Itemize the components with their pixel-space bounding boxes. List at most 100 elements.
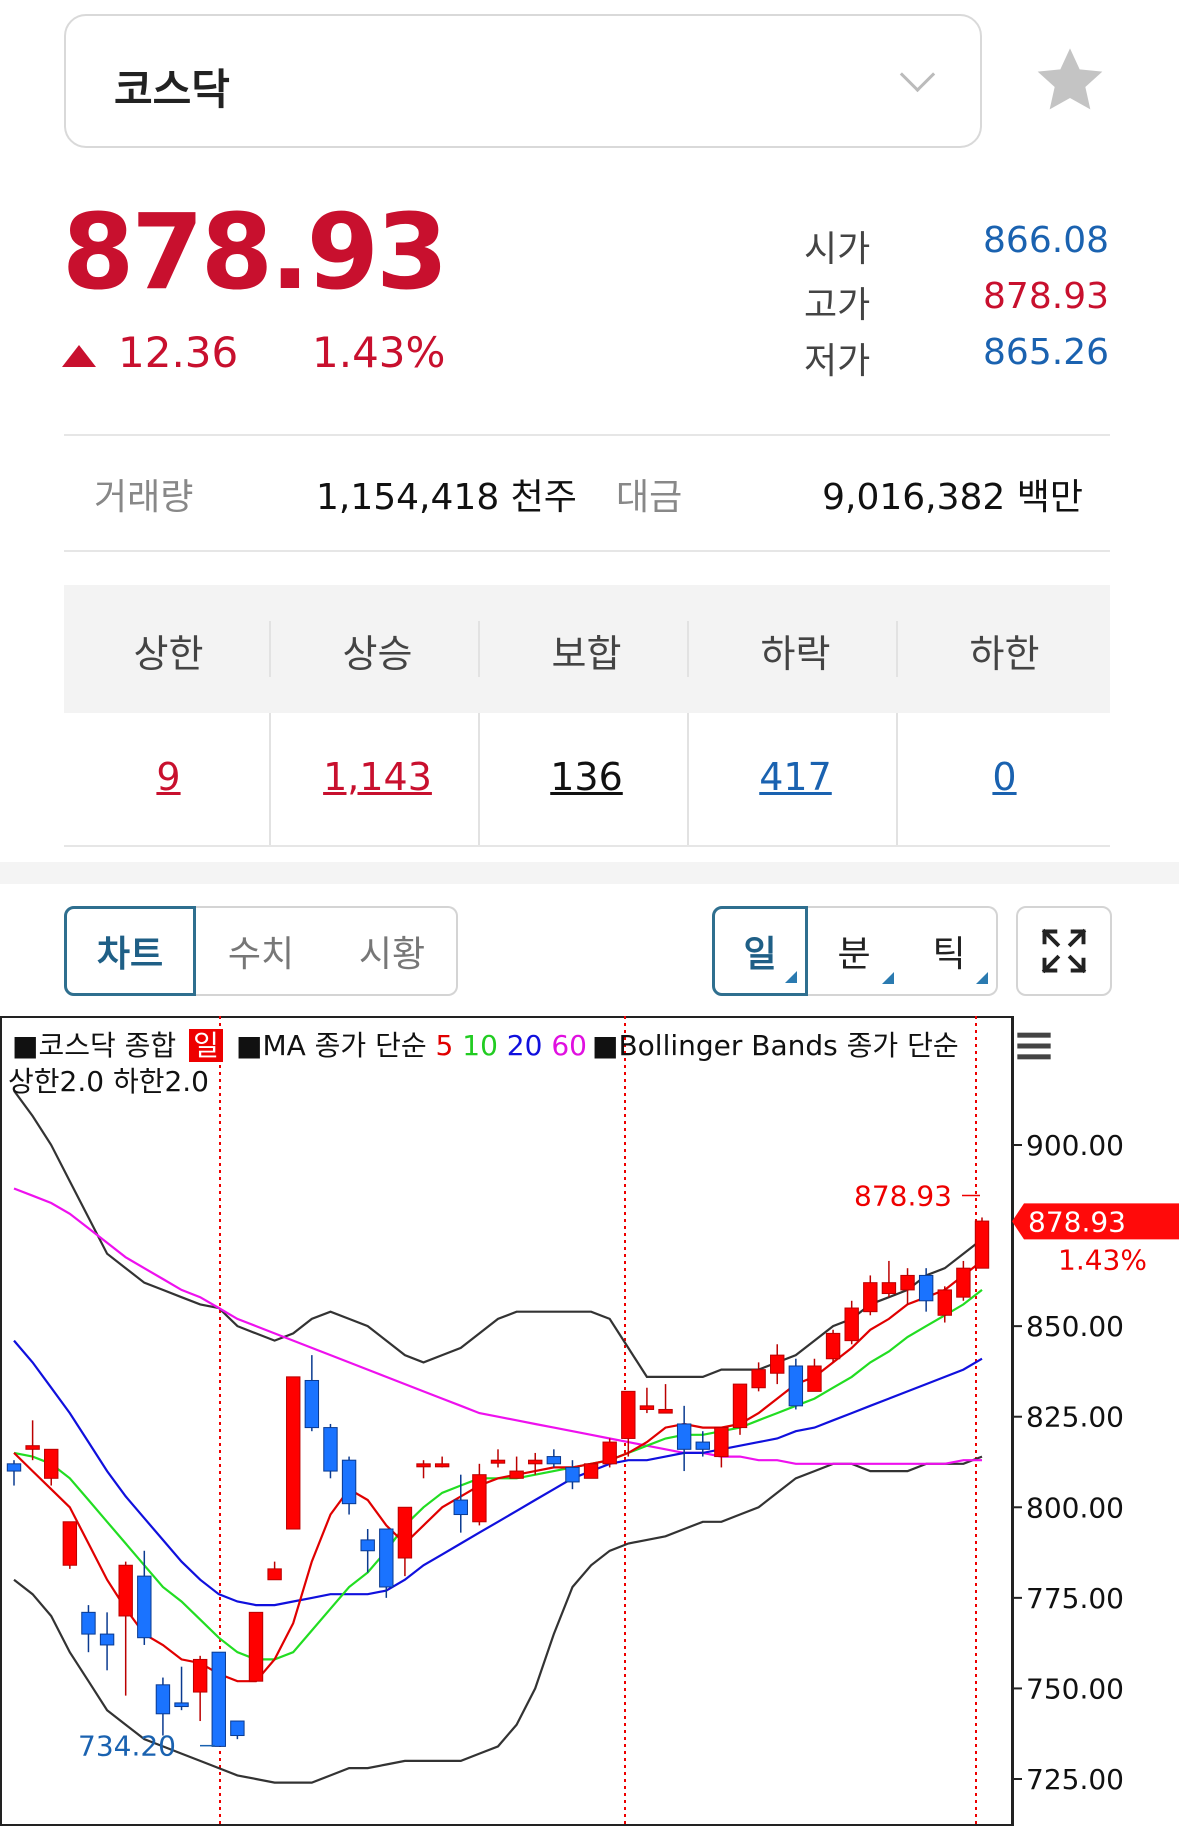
fullscreen-button[interactable] [1016, 906, 1112, 996]
candle-body [192, 1658, 208, 1693]
star-icon[interactable] [1030, 40, 1110, 120]
y-tick-label: 900.00 [1026, 1129, 1124, 1162]
open-label: 시가 [804, 229, 871, 270]
candle-body [416, 1463, 431, 1468]
period-minute[interactable]: 분 [806, 906, 904, 996]
plot-frame [0, 1016, 1014, 1826]
volume-label: 거래량 [94, 477, 194, 518]
divider [64, 845, 1110, 847]
candle-body [62, 1521, 78, 1566]
candle-body [397, 1506, 413, 1559]
high-label: 고가 [804, 285, 871, 326]
divider [64, 550, 1110, 552]
candle-body [956, 1267, 971, 1298]
candle-body [788, 1365, 804, 1407]
period-minute-label: 분 [837, 934, 871, 975]
last-pct-label: 1.43% [1058, 1243, 1147, 1276]
y-tick-label: 725.00 [1026, 1763, 1124, 1796]
candle-body [44, 1448, 59, 1479]
advance-count[interactable]: 1,143 [273, 755, 482, 799]
candle-body [918, 1274, 934, 1302]
candle-body [360, 1539, 375, 1552]
low-marker-label: 734.20 [78, 1730, 176, 1763]
expand-icon [1041, 928, 1087, 974]
candle-body [25, 1445, 40, 1450]
candle-body [6, 1463, 22, 1472]
candle-body [472, 1474, 487, 1523]
candle-body [676, 1423, 692, 1450]
candle-body [751, 1369, 766, 1389]
candle-body [137, 1575, 152, 1639]
candle-body [379, 1528, 394, 1588]
y-tick-label: 775.00 [1026, 1582, 1124, 1615]
dropdown-corner-icon [785, 971, 797, 983]
candle-body [714, 1427, 729, 1458]
legend-bollinger-params: 상한2.0 하한2.0 [8, 1065, 209, 1098]
period-day-label: 일 [743, 934, 777, 975]
candle-body [323, 1427, 338, 1472]
chart-menu-icon[interactable] [1014, 1026, 1054, 1070]
legend-ma5: 5 [435, 1029, 454, 1062]
candle-body [583, 1463, 599, 1479]
legend-bollinger: ■Bollinger Bands 종가 단순 [592, 1029, 959, 1062]
tab-market[interactable]: 시황 [328, 906, 458, 996]
legend-ma-label: ■MA 종가 단순 [236, 1029, 427, 1062]
low-value: 865.26 [983, 332, 1109, 373]
current-price: 878.93 [62, 191, 448, 313]
lower-limit-count[interactable]: 0 [900, 755, 1109, 799]
section-separator [0, 862, 1179, 884]
candle-body [937, 1289, 952, 1316]
period-day[interactable]: 일 [712, 906, 808, 996]
candle-body [974, 1220, 990, 1269]
candle-body [99, 1633, 115, 1646]
divider [64, 434, 1110, 436]
candle-body [341, 1459, 357, 1505]
candle-body [528, 1459, 543, 1465]
open-value: 866.08 [983, 220, 1109, 261]
candle-body [211, 1651, 226, 1747]
header-unchanged: 보합 [551, 632, 622, 676]
decline-count[interactable]: 417 [691, 755, 900, 799]
high-marker-label: 878.93 [854, 1179, 952, 1212]
candle-body [155, 1684, 171, 1715]
candle-body [732, 1383, 748, 1429]
candle-body [695, 1441, 710, 1450]
candle-body [267, 1568, 282, 1581]
candlestick-chart[interactable]: 900.00 850.00 825.00 800.00 775.00 750.00 725.… [0, 1016, 1179, 1826]
candle-body [174, 1702, 189, 1708]
breadth-header-row: 상한 상승 보합 하락 하한 [64, 585, 1110, 713]
candle-body [118, 1564, 133, 1617]
candle-body [602, 1441, 617, 1465]
candle-body [770, 1354, 785, 1374]
legend-ma10: 10 [462, 1029, 498, 1062]
amount-label: 대금 [616, 477, 683, 518]
legend-series-name: ■코스닥 종합 [12, 1029, 177, 1062]
header-upper-limit: 상한 [133, 632, 204, 676]
candle-body [490, 1459, 506, 1464]
period-tick[interactable]: 틱 [902, 906, 998, 996]
upper-limit-count[interactable]: 9 [64, 755, 273, 799]
amount-value: 9,016,382 백만 [822, 477, 1083, 518]
y-tick-label: 825.00 [1026, 1401, 1124, 1434]
price-change: 12.36 [118, 328, 239, 377]
header-decline: 하락 [760, 632, 831, 676]
low-label: 저가 [804, 341, 871, 382]
candle-body [248, 1611, 264, 1682]
unchanged-count[interactable]: 136 [482, 755, 691, 799]
dropdown-corner-icon [882, 972, 894, 984]
candle-body [639, 1405, 655, 1410]
legend-ma20: 20 [506, 1029, 543, 1062]
candle-body [658, 1408, 673, 1414]
y-tick-label: 850.00 [1026, 1310, 1124, 1343]
tab-chart[interactable]: 차트 [64, 906, 196, 996]
header-advance: 상승 [342, 632, 413, 676]
candle-body [81, 1611, 96, 1635]
candle-body [900, 1274, 915, 1291]
candle-body [304, 1379, 320, 1429]
high-value: 878.93 [983, 276, 1109, 317]
candle-body [453, 1499, 468, 1516]
candle-body [881, 1282, 897, 1295]
candle-body [621, 1390, 636, 1439]
tab-numbers[interactable]: 수치 [194, 906, 330, 996]
index-selector[interactable]: 코스닥 [64, 14, 982, 148]
